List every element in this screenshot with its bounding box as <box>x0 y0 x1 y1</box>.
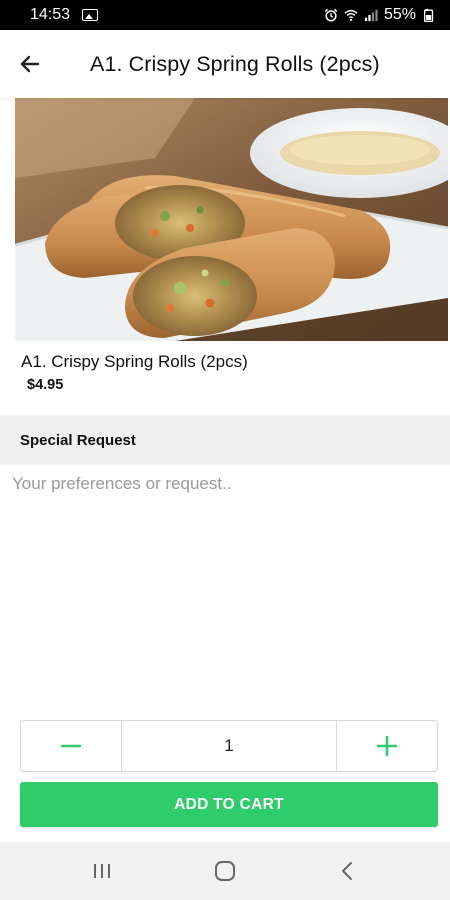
signal-icon <box>364 9 378 22</box>
wifi-icon <box>344 9 358 21</box>
app-bar: A1. Crispy Spring Rolls (2pcs) <box>0 30 450 98</box>
status-time: 14:53 <box>30 6 71 23</box>
alarm-icon <box>324 8 338 22</box>
spring-rolls-illustration <box>15 98 448 341</box>
status-bar: 14:53 55% <box>0 0 450 30</box>
minus-icon <box>60 744 82 748</box>
back-arrow-icon <box>20 55 40 73</box>
add-to-cart-button[interactable]: ADD TO CART <box>20 782 438 827</box>
battery-icon <box>423 8 434 22</box>
recents-icon <box>93 864 110 878</box>
system-back-button[interactable] <box>318 842 378 900</box>
status-left: 14:53 <box>30 6 99 24</box>
quantity-value: 1 <box>224 736 234 755</box>
page-title: A1. Crispy Spring Rolls (2pcs) <box>90 51 380 76</box>
status-right: 55% <box>324 6 436 24</box>
item-photo <box>15 98 448 341</box>
image-icon <box>82 9 99 21</box>
increase-quantity-button[interactable] <box>336 721 437 771</box>
quantity-stepper: 1 <box>20 720 438 772</box>
decrease-quantity-button[interactable] <box>21 721 122 771</box>
special-request-heading: Special Request <box>0 415 450 465</box>
special-request-label: Special Request <box>20 431 136 449</box>
special-request-input[interactable] <box>12 474 438 704</box>
item-info: A1. Crispy Spring Rolls (2pcs) $4.95 <box>21 352 248 393</box>
home-icon <box>214 861 235 881</box>
home-button[interactable] <box>195 842 255 900</box>
plus-icon <box>376 735 398 757</box>
battery-percent: 55% <box>383 6 416 23</box>
item-price: $4.95 <box>27 377 64 393</box>
item-name: A1. Crispy Spring Rolls (2pcs) <box>21 352 248 371</box>
recents-button[interactable] <box>72 842 132 900</box>
system-nav-bar <box>0 842 450 900</box>
back-icon <box>342 862 353 880</box>
back-button[interactable] <box>0 30 60 98</box>
add-to-cart-label: ADD TO CART <box>174 795 284 813</box>
